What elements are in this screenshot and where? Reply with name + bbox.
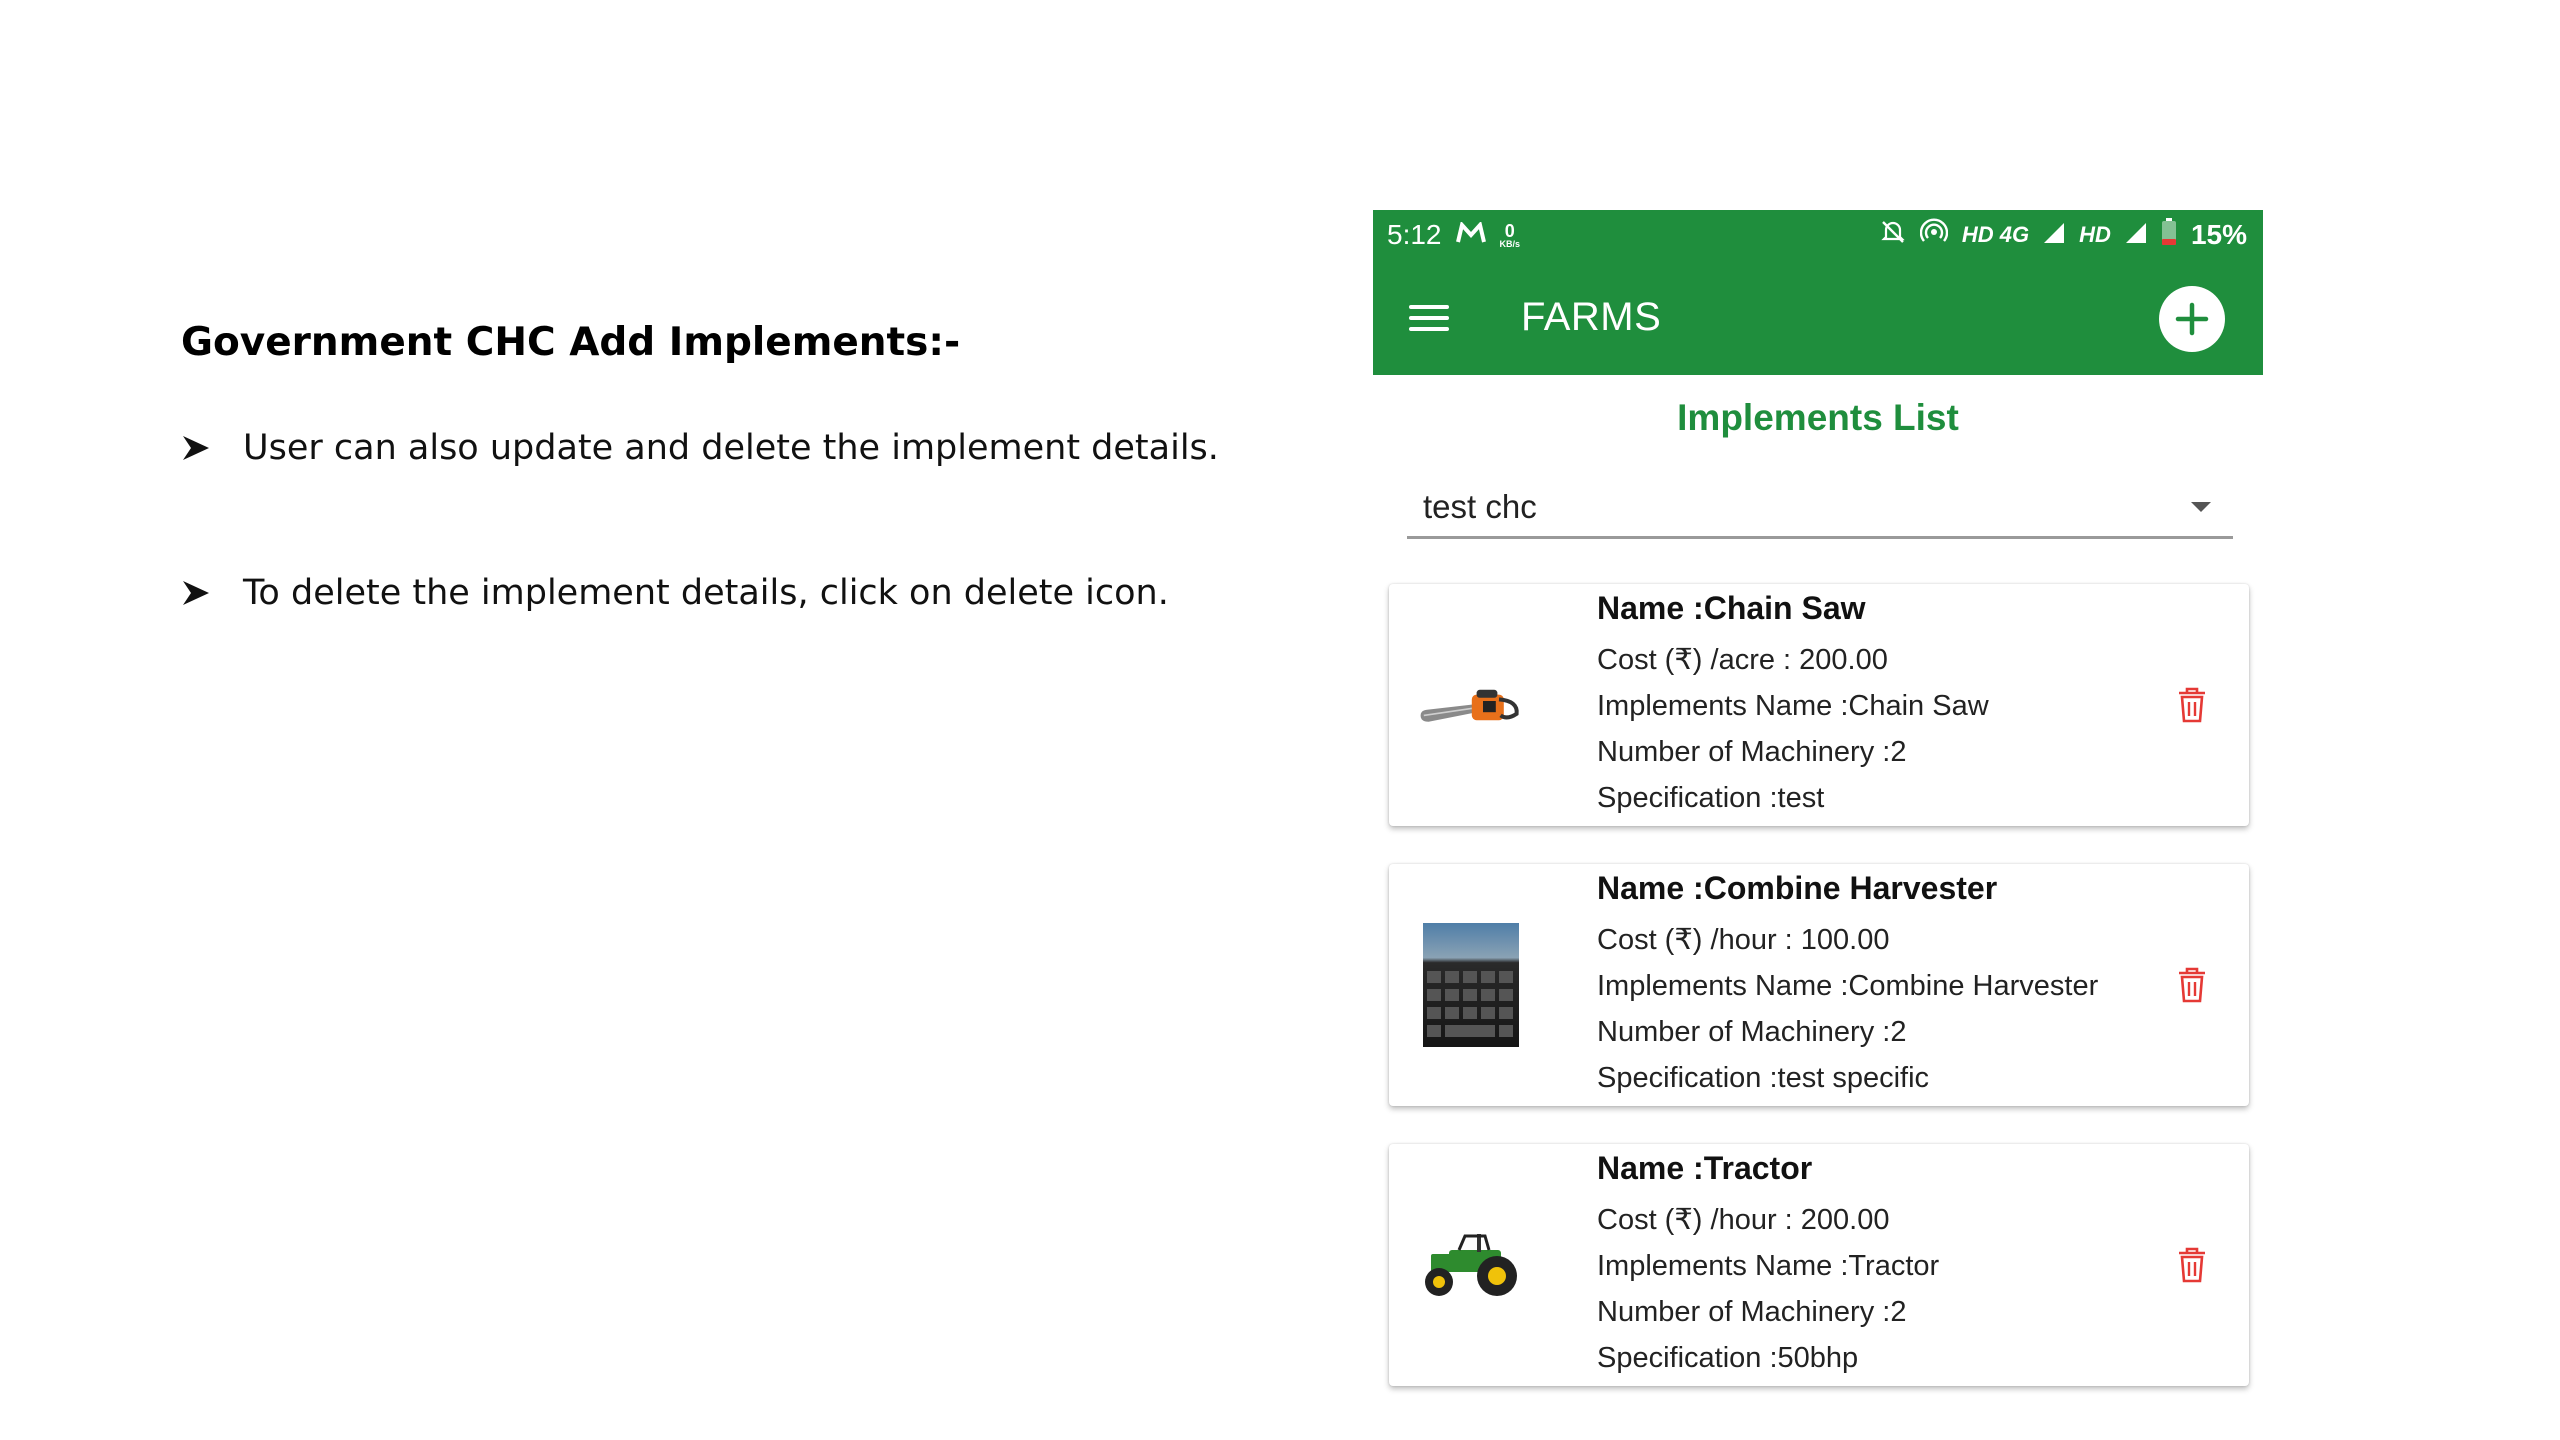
implement-card[interactable]: Name :Combine Harvester Cost (₹) /hour :… [1389,864,2249,1106]
signal-icon [2043,219,2065,251]
implement-specification: Specification :test [1597,781,1825,814]
bullet-text: User can also update and delete the impl… [243,428,1219,468]
bullet-item: User can also update and delete the impl… [181,428,1219,468]
chainsaw-image [1419,643,1523,767]
dropdown-caret-icon [2191,501,2211,512]
select-value: test chc [1423,487,1537,525]
battery-percent: 15% [2190,219,2247,250]
data-rate: 0 KB/s [1499,220,1521,249]
tractor-image [1419,1203,1523,1327]
implements-list: Name :Chain Saw Cost (₹) /acre : 200.00 … [1373,584,2263,1386]
list-title: Implements List [1677,397,1959,438]
arrow-bullet-icon [181,578,243,608]
delete-icon[interactable] [2175,685,2209,725]
implement-machinery-count: Number of Machinery :2 [1597,1295,1907,1328]
arrow-bullet-icon [181,433,243,463]
add-implement-button[interactable] [2159,286,2225,352]
delete-icon[interactable] [2175,1245,2209,1285]
bullet-text: To delete the implement details, click o… [243,573,1169,613]
mute-bell-icon [1880,219,1906,252]
battery-icon [2161,217,2177,253]
implement-specification: Specification :50bhp [1597,1341,1859,1374]
implement-cost: Cost (₹) /acre : 200.00 [1597,643,1888,676]
signal-icon [2125,219,2147,251]
implement-cost: Cost (₹) /hour : 100.00 [1597,923,1890,956]
implement-machinery-count: Number of Machinery :2 [1597,735,1907,768]
implement-name: Name :Tractor [1597,1149,1813,1186]
status-time: 5:12 [1387,219,1442,250]
implement-card[interactable]: Name :Tractor Cost (₹) /hour : 200.00 Im… [1389,1144,2249,1386]
implement-specification: Specification :test specific [1597,1061,1930,1094]
phone-screen: 5:12 0 KB/s HD 4G HD 15% FARMS Implement… [1373,210,2263,1440]
implement-name: Name :Chain Saw [1597,589,1866,626]
network-label: HD 4G [1961,222,2030,247]
implement-name: Name :Combine Harvester [1597,869,1998,906]
status-bar: 5:12 0 KB/s HD 4G HD 15% [1373,210,2263,260]
implement-card[interactable]: Name :Chain Saw Cost (₹) /acre : 200.00 … [1389,584,2249,826]
implement-cost: Cost (₹) /hour : 200.00 [1597,1203,1890,1236]
keyboard-photo-image [1419,923,1523,1047]
implement-type: Implements Name :Chain Saw [1597,689,1989,722]
app-bar: FARMS [1373,260,2263,375]
slide-title: Government CHC Add Implements:- [181,320,961,365]
implement-type: Implements Name :Tractor [1597,1249,1940,1282]
hamburger-menu-icon[interactable] [1409,296,1453,340]
implement-machinery-count: Number of Machinery :2 [1597,1015,1907,1048]
plus-icon [2175,302,2209,336]
delete-icon[interactable] [2175,965,2209,1005]
bullet-item: To delete the implement details, click o… [181,573,1169,613]
chc-select-dropdown[interactable]: test chc [1407,477,2233,539]
implement-type: Implements Name :Combine Harvester [1597,969,2099,1002]
app-title: FARMS [1521,295,1662,339]
network-label: HD [2079,222,2111,247]
hotspot-icon [1919,218,1949,253]
gmail-icon [1455,219,1486,251]
